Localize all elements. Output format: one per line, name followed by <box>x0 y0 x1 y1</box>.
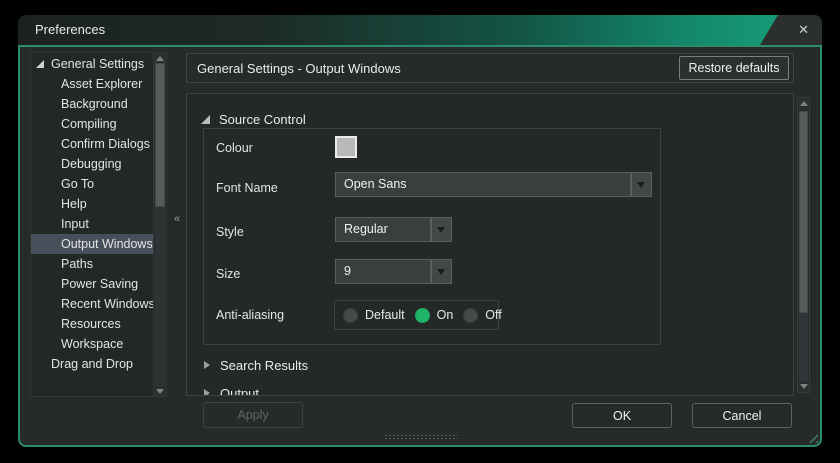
tree-item-label: General Settings <box>51 54 144 74</box>
content-scrollbar[interactable] <box>797 97 810 393</box>
tree-item-label: Power Saving <box>61 274 138 294</box>
tree-item-asset-explorer[interactable]: Asset Explorer <box>31 74 154 94</box>
collapsed-triangle-icon[interactable] <box>204 389 210 396</box>
section-label: Search Results <box>220 358 308 373</box>
restore-defaults-button[interactable]: Restore defaults <box>679 56 789 80</box>
tree-item-label: Paths <box>61 254 93 274</box>
tree-item-label: Compiling <box>61 114 117 134</box>
tree-item-label: Resources <box>61 314 121 334</box>
tree-item-label: Asset Explorer <box>61 74 142 94</box>
radio-default-label[interactable]: Default <box>365 308 405 322</box>
tree-item-label: Background <box>61 94 128 114</box>
tree-item-output-windows[interactable]: Output Windows <box>31 234 154 254</box>
expanded-triangle-icon[interactable] <box>201 115 210 124</box>
tree-item-resources[interactable]: Resources <box>31 314 154 334</box>
tree-item-drag-and-drop[interactable]: Drag and Drop <box>31 354 154 374</box>
tree-scrollbar-thumb[interactable] <box>155 63 165 207</box>
style-select[interactable]: Regular <box>335 217 431 242</box>
scroll-down-icon[interactable] <box>798 381 809 392</box>
tree-scrollbar[interactable] <box>153 53 166 396</box>
window-title: Preferences <box>35 15 105 45</box>
tree-item-label: Workspace <box>61 334 123 354</box>
drag-gripper[interactable] <box>384 434 458 440</box>
tree-item-compiling[interactable]: Compiling <box>31 114 154 134</box>
tree-item-paths[interactable]: Paths <box>31 254 154 274</box>
title-bar[interactable]: Preferences ✕ <box>18 15 822 45</box>
tree-item-confirm-dialogs[interactable]: Confirm Dialogs <box>31 134 154 154</box>
tree-item-label: Confirm Dialogs <box>61 134 150 154</box>
tree-item-recent-windows[interactable]: Recent Windows <box>31 294 154 314</box>
font-name-dropdown-icon[interactable] <box>631 172 652 197</box>
radio-off-label[interactable]: Off <box>485 308 501 322</box>
tree-item-label: Debugging <box>61 154 121 174</box>
source-control-group: Colour Font Name Open Sans Style Regular… <box>203 128 661 345</box>
tree-scrollbar-groove[interactable] <box>155 207 165 386</box>
content-scrollbar-thumb[interactable] <box>799 111 808 313</box>
tree-item-help[interactable]: Help <box>31 194 154 214</box>
section-label: Output <box>220 386 259 397</box>
tree-item-go-to[interactable]: Go To <box>31 174 154 194</box>
preferences-dialog: Preferences ✕ General Settings Asset Exp… <box>18 15 822 447</box>
scroll-up-icon[interactable] <box>154 53 166 63</box>
tree-item-label: Help <box>61 194 87 214</box>
tree-item-general-settings[interactable]: General Settings <box>31 54 154 74</box>
sidebar-collapse-button[interactable]: « <box>170 210 184 228</box>
ok-button[interactable]: OK <box>572 403 672 428</box>
tree-rows: General Settings Asset Explorer Backgrou… <box>31 54 154 374</box>
radio-on-label[interactable]: On <box>437 308 454 322</box>
tree-item-input[interactable]: Input <box>31 214 154 234</box>
size-label: Size <box>216 267 240 281</box>
font-name-select[interactable]: Open Sans <box>335 172 631 197</box>
section-search-results[interactable]: Search Results <box>201 356 308 374</box>
anti-aliasing-label: Anti-aliasing <box>216 308 284 322</box>
tree-item-label: Drag and Drop <box>51 354 133 374</box>
cancel-button[interactable]: Cancel <box>692 403 792 428</box>
section-label: Source Control <box>219 112 306 127</box>
expanded-triangle-icon[interactable] <box>36 60 44 68</box>
page-title: General Settings - Output Windows <box>197 61 401 76</box>
scroll-up-icon[interactable] <box>798 98 809 109</box>
settings-tree: General Settings Asset Explorer Backgrou… <box>30 52 167 397</box>
scroll-down-icon[interactable] <box>154 386 166 396</box>
radio-default[interactable] <box>343 308 358 323</box>
tree-item-debugging[interactable]: Debugging <box>31 154 154 174</box>
tree-item-label: Go To <box>61 174 94 194</box>
collapsed-triangle-icon[interactable] <box>204 361 210 369</box>
screen: Preferences ✕ General Settings Asset Exp… <box>0 0 840 463</box>
style-label: Style <box>216 225 244 239</box>
tree-item-label: Recent Windows <box>61 294 155 314</box>
section-output[interactable]: Output <box>201 384 259 396</box>
content-scrollbar-groove[interactable] <box>799 313 808 381</box>
tree-item-label: Output Windows <box>61 234 153 254</box>
tree-item-label: Input <box>61 214 89 234</box>
colour-swatch[interactable] <box>335 136 357 158</box>
settings-panel: Source Control Colour Font Name Open San… <box>186 93 794 396</box>
page-header: General Settings - Output Windows Restor… <box>186 53 794 83</box>
close-icon[interactable]: ✕ <box>798 15 809 45</box>
size-select[interactable]: 9 <box>335 259 431 284</box>
style-dropdown-icon[interactable] <box>431 217 452 242</box>
apply-button[interactable]: Apply <box>203 402 303 428</box>
tree-item-power-saving[interactable]: Power Saving <box>31 274 154 294</box>
font-name-label: Font Name <box>216 181 278 195</box>
colour-label: Colour <box>216 141 253 155</box>
radio-off[interactable] <box>463 308 478 323</box>
anti-aliasing-radio-group: Default On Off <box>334 300 499 330</box>
radio-on[interactable] <box>415 308 430 323</box>
size-dropdown-icon[interactable] <box>431 259 452 284</box>
section-source-control[interactable]: Source Control <box>201 110 306 128</box>
tree-item-background[interactable]: Background <box>31 94 154 114</box>
close-button[interactable]: ✕ <box>760 15 822 45</box>
tree-item-workspace[interactable]: Workspace <box>31 334 154 354</box>
